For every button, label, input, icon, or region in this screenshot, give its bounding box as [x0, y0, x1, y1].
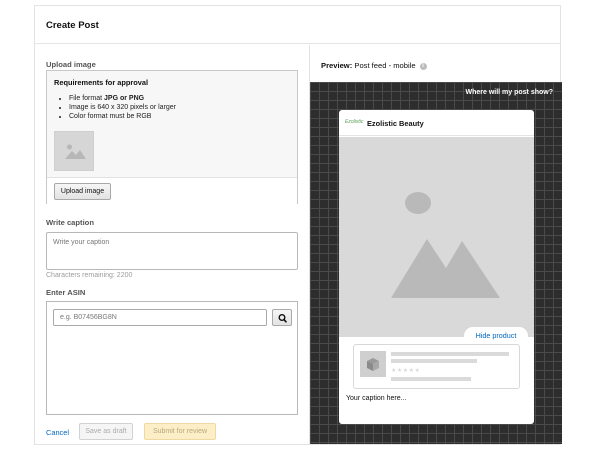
requirements-box: Requirements for approval File format JP…: [46, 70, 298, 204]
upload-strip: Upload image: [47, 177, 297, 204]
image-placeholder-icon: [391, 192, 500, 298]
page-title: Create Post: [46, 20, 99, 31]
create-post-panel: Create Post Upload image Requirements fo…: [34, 5, 562, 445]
product-title-skeleton: [391, 352, 509, 356]
product-rating-stars: ★★★★★: [391, 368, 421, 374]
asin-input[interactable]: e.g. B07456BG8N: [53, 309, 267, 326]
info-icon[interactable]: i: [419, 62, 427, 70]
image-thumbnail: [54, 131, 94, 171]
asin-placeholder: e.g. B07456BG8N: [60, 314, 117, 321]
post-image-placeholder: [339, 137, 534, 337]
preview-canvas: Where will my post show? Ezolistic Ezoli…: [310, 82, 562, 444]
preview-pane: Preview: Post feed - mobile i Where will …: [309, 45, 562, 444]
panel-header: Create Post: [35, 6, 560, 44]
caption-placeholder: Write your caption: [53, 239, 110, 246]
post-form: Upload image Requirements for approval F…: [35, 45, 309, 444]
enter-asin-label: Enter ASIN: [46, 288, 86, 297]
requirements-list: File format JPG or PNG Image is 640 x 32…: [69, 94, 176, 121]
requirement-color-format: Color format must be RGB: [69, 112, 176, 121]
brand-logo: Ezolistic: [345, 119, 364, 125]
form-actions: Cancel Save as draft Submit for review: [35, 423, 309, 443]
asin-search-button[interactable]: [272, 309, 292, 326]
write-caption-label: Write caption: [46, 218, 94, 227]
requirement-image-size: Image is 640 x 320 pixels or larger: [69, 103, 176, 112]
cancel-link[interactable]: Cancel: [46, 428, 69, 437]
image-placeholder-icon: [65, 144, 86, 159]
submit-for-review-button[interactable]: Submit for review: [144, 423, 216, 440]
asin-box: e.g. B07456BG8N: [46, 301, 298, 415]
product-card: ★★★★★: [353, 344, 520, 389]
product-image: [360, 351, 386, 377]
product-price-skeleton: [391, 377, 471, 381]
preview-placement: Post feed - mobile: [354, 61, 416, 70]
upload-image-label: Upload image: [46, 60, 96, 69]
requirement-file-format: File format JPG or PNG: [69, 94, 176, 103]
caption-textarea[interactable]: Write your caption: [46, 232, 298, 270]
where-will-post-show-link[interactable]: Where will my post show?: [465, 89, 553, 96]
mobile-post-preview: Ezolistic Ezolistic Beauty Hide product: [339, 110, 534, 424]
characters-remaining: Characters remaining: 2200: [46, 272, 133, 279]
requirements-title: Requirements for approval: [54, 78, 149, 87]
product-box-icon: [367, 358, 379, 371]
save-as-draft-button[interactable]: Save as draft: [79, 423, 133, 440]
preview-label: Preview: Post feed - mobile i: [321, 61, 427, 70]
product-subtitle-skeleton: [391, 359, 477, 363]
upload-image-button[interactable]: Upload image: [54, 183, 111, 200]
caption-preview: Your caption here...: [346, 395, 407, 402]
hide-product-button[interactable]: Hide product: [464, 327, 528, 344]
brand-bar: Ezolistic Ezolistic Beauty: [339, 110, 534, 136]
brand-name: Ezolistic Beauty: [367, 119, 424, 128]
search-icon: [278, 313, 287, 323]
